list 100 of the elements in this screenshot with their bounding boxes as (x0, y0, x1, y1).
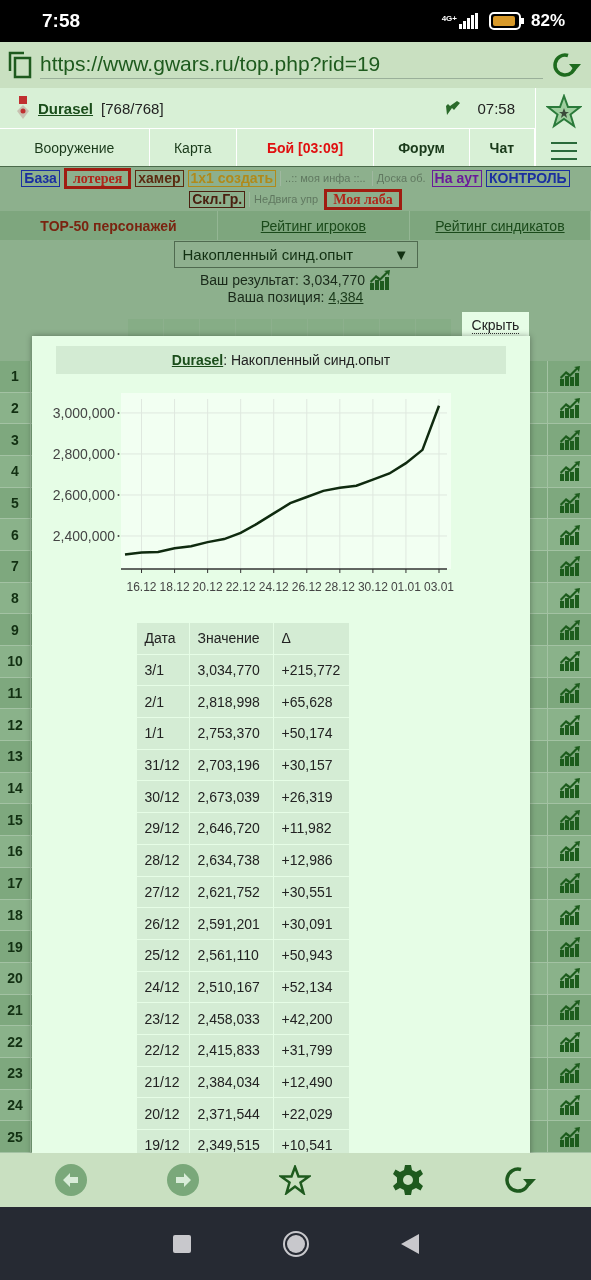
rank-cell: 3 (0, 424, 31, 455)
trend-icon[interactable] (558, 904, 581, 925)
forward-icon[interactable] (167, 1164, 200, 1196)
reload-icon[interactable] (503, 1165, 536, 1195)
copy-icon[interactable] (8, 51, 32, 79)
trend-icon[interactable] (558, 1031, 581, 1052)
rank-cell: 18 (0, 899, 31, 931)
clock: 7:58 (42, 10, 82, 32)
table-cell: 31/12 (136, 749, 189, 781)
trend-icon[interactable] (558, 619, 581, 640)
table-cell: 3/1 (136, 654, 189, 686)
x-tick-label: 26.12 (291, 580, 322, 594)
server-time: 07:58 (477, 99, 515, 117)
home-icon[interactable] (282, 1230, 309, 1257)
trend-icon[interactable] (558, 714, 581, 735)
tab[interactable]: Рейтинг игроков (217, 211, 410, 240)
table-cell: 2,646,720 (189, 813, 273, 844)
trend-icon[interactable] (558, 461, 581, 482)
rank-cell: 13 (0, 741, 31, 772)
hide-button[interactable]: Скрыть (462, 312, 529, 338)
table-cell: 2,673,039 (189, 781, 273, 813)
trend-icon[interactable] (558, 524, 581, 545)
rank-cell: 20 (0, 962, 31, 994)
column-header: Значение (189, 623, 273, 654)
player-name-link[interactable]: Durasel (38, 99, 94, 117)
trend-icon[interactable] (558, 1094, 581, 1115)
quick-link[interactable]: База (21, 170, 60, 187)
x-tick-label: 24.12 (258, 580, 289, 594)
rank-cell: 1 (0, 360, 31, 392)
tab[interactable]: Рейтинг синдикатов (409, 211, 591, 240)
trend-icon[interactable] (558, 968, 581, 989)
trend-icon[interactable] (558, 746, 581, 767)
trend-icon[interactable] (558, 999, 581, 1020)
table-cell: 2,753,370 (189, 718, 273, 749)
position-link[interactable]: 4,384 (328, 288, 364, 305)
player-link[interactable]: Durasel (171, 352, 224, 368)
reload-icon[interactable] (551, 51, 581, 79)
table-cell: 21/12 (136, 1066, 189, 1098)
star-icon[interactable] (545, 94, 582, 130)
y-tick-mark (117, 452, 119, 455)
tab[interactable]: TOP-50 персонажей (0, 211, 218, 240)
trend-icon[interactable] (558, 936, 581, 957)
rank-cell: 17 (0, 867, 31, 899)
nav-link[interactable]: Бой [03:09] (236, 129, 375, 166)
x-tick-label: 03.01 (423, 580, 454, 594)
trend-icon[interactable] (369, 270, 391, 291)
rank-cell: 25 (0, 1121, 31, 1152)
table-cell: 25/12 (136, 939, 189, 971)
nav-link[interactable]: Вооружение (0, 129, 150, 166)
rank-cell: 12 (0, 709, 31, 741)
quick-link[interactable]: лотерея (63, 168, 132, 189)
table-cell: +26,319 (273, 781, 349, 813)
table-cell: +12,490 (273, 1066, 349, 1098)
x-tick-label: 18.12 (159, 580, 190, 594)
trend-icon[interactable] (558, 1126, 581, 1147)
table-cell: 28/12 (136, 844, 189, 876)
quick-link[interactable]: Скл.Гр. (189, 191, 246, 208)
table-cell: +12,986 (273, 844, 349, 876)
menu-icon[interactable] (550, 142, 577, 160)
trend-icon[interactable] (558, 809, 581, 830)
table-cell: 2,818,998 (189, 686, 273, 718)
table-cell: 2,384,034 (189, 1066, 273, 1098)
trend-icon[interactable] (558, 587, 581, 608)
trend-icon[interactable] (558, 1063, 581, 1084)
trend-icon[interactable] (558, 841, 581, 862)
recents-icon[interactable] (172, 1234, 191, 1253)
stat-dropdown[interactable]: Накопленный синд.опыт ▼ (173, 241, 418, 268)
trend-icon[interactable] (558, 366, 581, 387)
quick-link[interactable]: КОНТРОЛЬ (486, 170, 570, 187)
table-cell: +52,134 (273, 971, 349, 1003)
table-cell: 20/12 (136, 1098, 189, 1129)
table-cell: 2,621,752 (189, 876, 273, 908)
quick-link[interactable]: Моя лаба (324, 189, 402, 210)
trend-icon[interactable] (558, 683, 581, 704)
signal-icon (458, 13, 479, 29)
trend-icon[interactable] (558, 873, 581, 894)
settings-icon[interactable] (391, 1164, 424, 1196)
star-icon[interactable] (279, 1165, 312, 1195)
trend-icon[interactable] (558, 429, 581, 450)
rank-cell: 22 (0, 1026, 31, 1057)
back-icon[interactable] (400, 1233, 419, 1254)
trend-icon[interactable] (558, 492, 581, 513)
rank-cell: 11 (0, 677, 31, 709)
quick-link[interactable]: На аут (431, 170, 482, 187)
rank-cell: 5 (0, 487, 31, 519)
rank-cell: 21 (0, 994, 31, 1026)
table-cell: 2,371,544 (189, 1098, 273, 1129)
result-text: Ваш результат: 3,034,770 (199, 272, 365, 289)
table-cell: +50,174 (273, 718, 349, 749)
trend-icon[interactable] (558, 556, 581, 577)
table-cell: 22/12 (136, 1034, 189, 1066)
trend-icon[interactable] (558, 778, 581, 799)
rank-cell: 7 (0, 550, 31, 582)
quick-link[interactable]: хамер (135, 170, 184, 187)
nav-link[interactable]: Карта (149, 129, 237, 166)
trend-icon[interactable] (558, 397, 581, 418)
nav-link[interactable]: Чат (469, 129, 535, 166)
trend-icon[interactable] (558, 651, 581, 672)
nav-link[interactable]: Форум (374, 129, 470, 166)
table-cell: 19/12 (136, 1130, 189, 1153)
